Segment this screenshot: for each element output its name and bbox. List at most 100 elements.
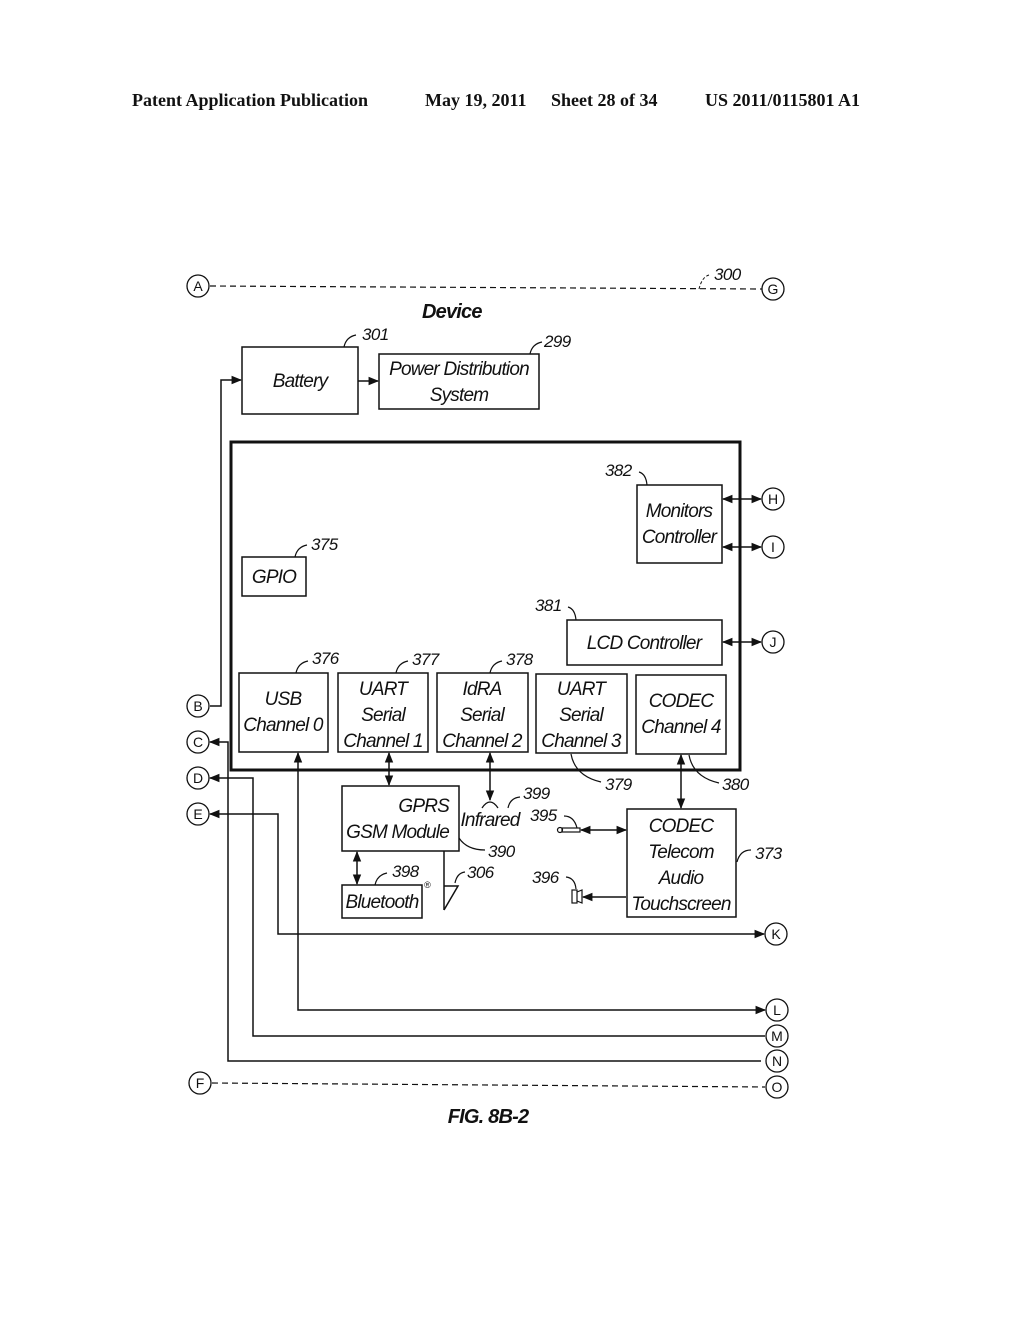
ref-373: 373	[755, 844, 783, 863]
svg-text:I: I	[771, 539, 775, 555]
uart3-label-line2: Serial	[559, 705, 604, 726]
svg-text:E: E	[193, 806, 202, 822]
ref-382: 382	[605, 461, 633, 480]
svg-text:N: N	[772, 1053, 782, 1069]
registered-mark: ®	[424, 880, 431, 890]
svg-text:H: H	[768, 491, 778, 507]
svg-text:K: K	[771, 926, 781, 942]
uart1-label-line2: Serial	[361, 705, 406, 726]
connector-k: K	[764, 922, 788, 946]
monitors-label-line2: Controller	[642, 527, 718, 548]
connector-g: G	[761, 277, 785, 301]
svg-text:J: J	[770, 634, 777, 650]
leader-395	[563, 815, 578, 829]
power-label-line2: System	[430, 385, 489, 406]
ref-379: 379	[605, 775, 633, 794]
svg-text:G: G	[768, 281, 779, 297]
ref-396: 396	[532, 868, 560, 887]
usb-channel-block	[238, 672, 329, 753]
svg-text:C: C	[193, 734, 203, 750]
infrared-icon	[481, 801, 499, 809]
leader-381	[567, 606, 577, 621]
leader-378	[489, 660, 503, 674]
uart3-label-line1: UART	[557, 679, 607, 700]
ref-380: 380	[722, 775, 750, 794]
ref-301: 301	[362, 325, 389, 344]
connector-d: D	[186, 766, 210, 790]
leader-306	[454, 871, 466, 884]
connector-o: O	[765, 1075, 789, 1099]
gsm-label-line1: GPRS	[398, 796, 450, 817]
svg-text:L: L	[773, 1002, 781, 1018]
leader-376	[295, 660, 309, 674]
gpio-label: GPIO	[252, 567, 297, 588]
bluetooth-label: Bluetooth	[345, 892, 418, 913]
leader-375	[294, 544, 308, 558]
speaker-cone	[576, 889, 583, 904]
svg-text:A: A	[193, 278, 203, 294]
usb-label-line2: Channel 0	[243, 715, 324, 736]
leader-396	[565, 876, 577, 890]
speaker-icon	[571, 889, 578, 904]
leader-382	[638, 471, 648, 486]
leader-377	[395, 660, 409, 674]
codec-telecom-line2: Telecom	[648, 842, 714, 863]
leader-299	[529, 341, 543, 355]
monitors-controller-block	[636, 484, 723, 564]
connector-f: F	[188, 1071, 212, 1095]
ref-378: 378	[506, 650, 534, 669]
uart1-label-line1: UART	[359, 679, 409, 700]
connector-h: H	[761, 487, 785, 511]
svg-text:B: B	[193, 698, 202, 714]
svg-text:F: F	[196, 1075, 205, 1091]
codec-telecom-line3: Audio	[658, 868, 704, 889]
codec4-label-line1: CODEC	[649, 691, 715, 712]
codec-telecom-line4: Touchscreen	[631, 894, 731, 915]
codec-channel4-block	[635, 674, 727, 755]
idra-label-line3: Channel 2	[442, 731, 523, 752]
wire-b-battery	[210, 375, 243, 707]
idra-label-line2: Serial	[460, 705, 505, 726]
ref-377: 377	[412, 650, 440, 669]
ref-395: 395	[530, 806, 558, 825]
codec4-label-line2: Channel 4	[641, 717, 721, 738]
ref-375: 375	[311, 535, 339, 554]
ref-381: 381	[535, 596, 562, 615]
leader-301	[343, 334, 357, 348]
connector-i: I	[761, 535, 785, 559]
gsm-label-line2: GSM Module	[346, 822, 449, 843]
leader-390	[458, 837, 486, 851]
ref-398: 398	[392, 862, 420, 881]
leader-373	[736, 849, 752, 863]
leader-300	[698, 274, 710, 290]
device-title: Device	[422, 301, 482, 323]
ref-300: 300	[714, 265, 742, 284]
svg-text:M: M	[771, 1028, 783, 1044]
lcd-label: LCD Controller	[587, 633, 703, 654]
figure-caption: FIG. 8B-2	[448, 1106, 529, 1128]
connector-l: L	[765, 998, 789, 1022]
device-block-diagram: 300 Device Battery 301 Power Distributio…	[186, 265, 789, 1128]
uart3-label-line3: Channel 3	[541, 731, 622, 752]
uart1-label-line3: Channel 1	[343, 731, 422, 752]
power-label-line1: Power Distribution	[389, 359, 529, 380]
connector-j: J	[761, 630, 785, 654]
antenna-icon	[443, 885, 460, 911]
connector-e: E	[186, 802, 210, 826]
idra-label-line1: IdRA	[462, 679, 501, 700]
connector-n: N	[765, 1049, 789, 1073]
leader-379	[570, 753, 602, 783]
leader-399	[507, 796, 521, 809]
codec-telecom-line1: CODEC	[649, 816, 715, 837]
dashed-line-a-g	[209, 285, 763, 290]
connector-m: M	[765, 1024, 789, 1048]
ref-299: 299	[543, 332, 572, 351]
connector-c: C	[186, 730, 210, 754]
usb-label-line1: USB	[265, 689, 303, 710]
connector-b: B	[186, 694, 210, 718]
ref-390: 390	[488, 842, 516, 861]
battery-label: Battery	[273, 371, 330, 392]
ref-399: 399	[523, 784, 551, 803]
monitors-label-line1: Monitors	[646, 501, 714, 522]
svg-text:O: O	[772, 1079, 783, 1095]
